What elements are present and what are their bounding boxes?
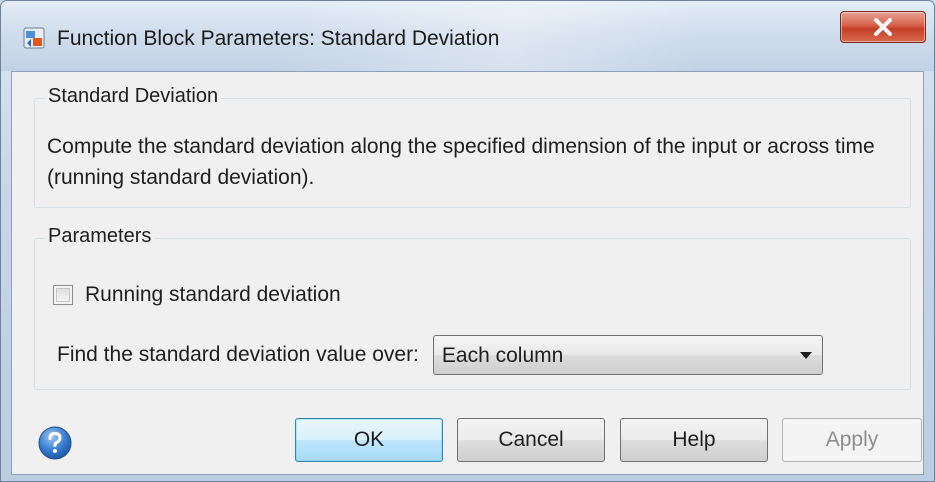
description-group-legend: Standard Deviation bbox=[45, 85, 222, 108]
find-over-dropdown[interactable]: Each column bbox=[432, 335, 823, 375]
help-button[interactable]: Help bbox=[620, 418, 768, 462]
find-over-row: Find the standard deviation value over: … bbox=[57, 335, 823, 375]
parameters-group-legend: Parameters bbox=[45, 225, 155, 248]
title-bar[interactable]: Function Block Parameters: Standard Devi… bbox=[1, 1, 934, 71]
running-stddev-row[interactable]: Running standard deviation bbox=[53, 281, 341, 309]
parameters-group: Parameters Running standard deviation Fi… bbox=[34, 225, 911, 390]
apply-button[interactable]: Apply bbox=[782, 418, 922, 462]
ok-button[interactable]: OK bbox=[295, 418, 443, 462]
running-stddev-label[interactable]: Running standard deviation bbox=[85, 283, 341, 307]
close-button[interactable] bbox=[840, 11, 926, 43]
close-icon bbox=[874, 18, 892, 36]
running-stddev-checkbox[interactable] bbox=[53, 285, 73, 305]
dialog-window: Function Block Parameters: Standard Devi… bbox=[0, 0, 935, 482]
help-icon[interactable] bbox=[37, 425, 73, 461]
find-over-label: Find the standard deviation value over: bbox=[57, 343, 419, 366]
description-group: Standard Deviation Compute the standard … bbox=[34, 85, 911, 208]
description-text: Compute the standard deviation along the… bbox=[47, 135, 875, 189]
window-title: Function Block Parameters: Standard Devi… bbox=[57, 27, 500, 50]
cancel-button[interactable]: Cancel bbox=[457, 418, 605, 462]
chevron-down-icon bbox=[799, 352, 812, 359]
block-parameters-icon bbox=[23, 27, 45, 49]
find-over-selected-value: Each column bbox=[441, 344, 564, 367]
dialog-client-area: Standard Deviation Compute the standard … bbox=[11, 71, 924, 475]
